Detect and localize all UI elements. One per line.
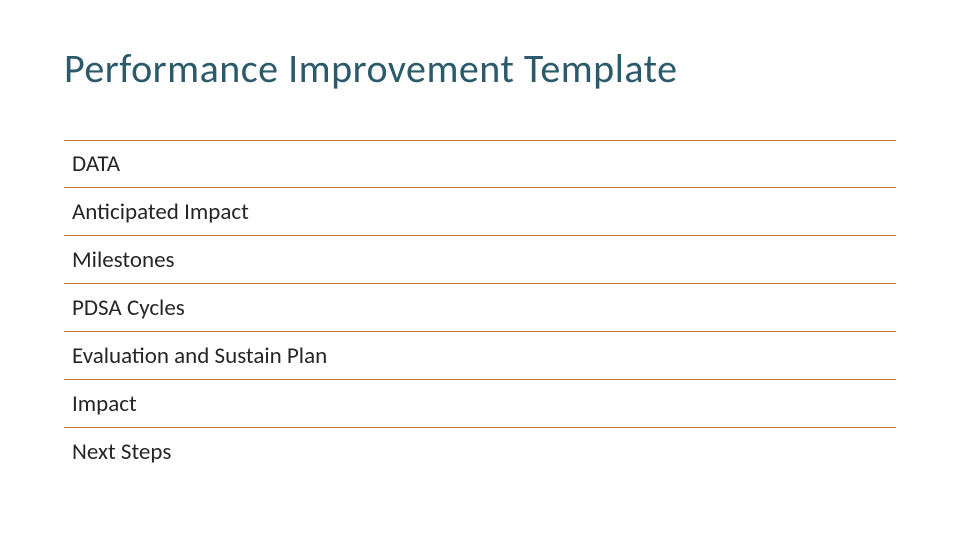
row-label: Anticipated Impact: [72, 198, 249, 226]
row-label: DATA: [72, 150, 120, 178]
slide-title: Performance Improvement Template: [64, 44, 896, 93]
row-label: Impact: [72, 390, 137, 418]
row-label: Evaluation and Sustain Plan: [72, 342, 327, 370]
row-label: PDSA Cycles: [72, 294, 185, 322]
table-row: Anticipated Impact: [64, 188, 896, 236]
table-row: Impact: [64, 380, 896, 428]
row-label: Milestones: [72, 246, 175, 274]
table-row: Next Steps: [64, 428, 896, 476]
table-row: Evaluation and Sustain Plan: [64, 332, 896, 380]
table-row: PDSA Cycles: [64, 284, 896, 332]
table-row: Milestones: [64, 236, 896, 284]
row-label: Next Steps: [72, 438, 171, 466]
template-table: DATA Anticipated Impact Milestones PDSA …: [64, 140, 896, 476]
slide: Performance Improvement Template DATA An…: [0, 0, 960, 540]
table-row: DATA: [64, 140, 896, 188]
